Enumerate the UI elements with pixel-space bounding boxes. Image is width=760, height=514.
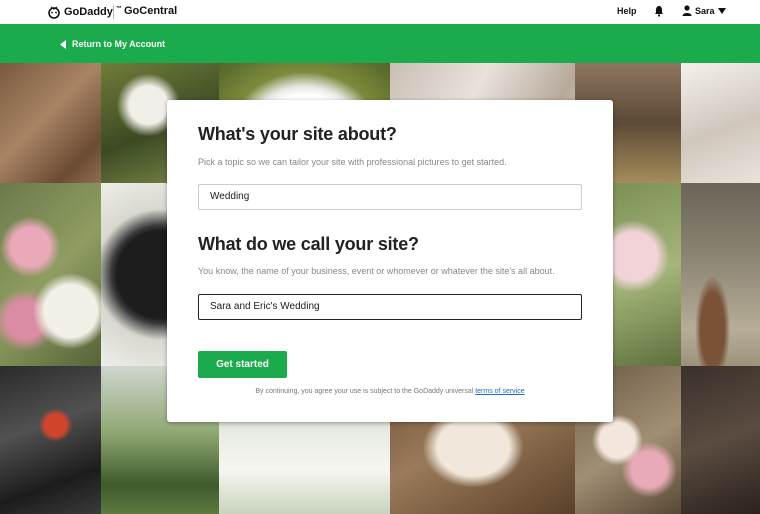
photo-bouquet-tile [613,183,681,366]
caret-down-icon [717,7,726,14]
user-menu[interactable]: Sara [682,5,726,16]
user-name: Sara [695,5,715,16]
user-icon [682,5,692,16]
help-link[interactable]: Help [617,6,637,16]
site-setup-card: What's your site about? Pick a topic so … [167,100,613,422]
topic-input[interactable]: Wedding [198,184,582,210]
photo-dress-tile [681,63,760,183]
site-name-subtext: You know, the name of your business, eve… [198,266,555,276]
topic-subtext: Pick a topic so we can tailor your site … [198,157,507,167]
photo-wood-tile [0,63,101,183]
get-started-button[interactable]: Get started [198,351,287,378]
photo-dark-tile [681,366,760,514]
photo-car-tile [0,366,101,514]
terms-text: By continuing, you agree your use is sub… [255,388,474,395]
site-name-heading: What do we call your site? [198,234,419,254]
return-label: Return to My Account [72,39,166,49]
product-name[interactable]: GoCentral [124,5,177,17]
terms-notice: By continuing, you agree your use is sub… [167,388,613,395]
photo-black-cake-tile [101,183,167,366]
bell-icon[interactable] [654,5,664,17]
godaddy-logo-icon [48,6,60,19]
site-name-input[interactable]: Sara and Eric's Wedding [198,294,582,320]
nav-bar: Return to My Account [0,24,760,63]
header-divider [113,5,114,19]
trademark: ™ [115,6,122,12]
photo-roses-tile [0,183,101,366]
return-to-account-link[interactable]: Return to My Account [60,39,165,49]
godaddy-logo[interactable]: GoDaddy ™ [47,5,122,19]
brand-name: GoDaddy [64,6,113,18]
chevron-left-icon [60,39,66,49]
photo-shoes-tile [681,183,760,366]
topic-heading: What's your site about? [198,124,397,144]
top-bar: GoDaddy ™ GoCentral Help Sara [0,0,760,24]
terms-of-service-link[interactable]: terms of service [475,388,524,395]
